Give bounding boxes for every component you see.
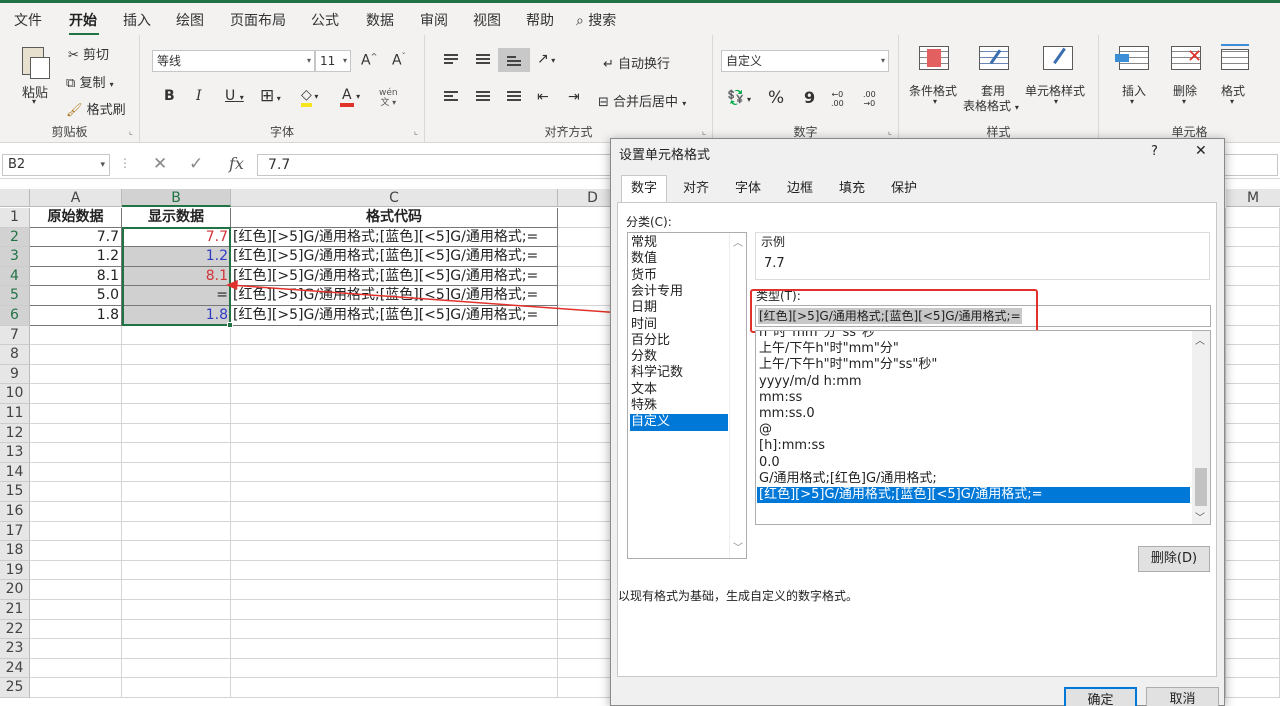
category-item[interactable]: 分数 — [630, 349, 728, 365]
delete-format-button[interactable]: 删除(D) — [1138, 546, 1210, 572]
chevron-down-icon[interactable]: ﹀ — [733, 539, 743, 554]
help-button[interactable]: ? — [1151, 144, 1158, 159]
category-label: 分类(C): — [626, 215, 672, 229]
category-item[interactable]: 日期 — [630, 300, 728, 316]
type-item[interactable]: @ — [757, 422, 1190, 438]
category-item[interactable]: 会计专用 — [630, 284, 728, 300]
scrollbar-thumb[interactable] — [1195, 468, 1207, 506]
category-item[interactable]: 科学记数 — [630, 365, 728, 381]
sample-box: 示例 7.7 — [755, 232, 1210, 280]
tab-fill[interactable]: 填充 — [829, 175, 875, 202]
format-description: 以现有格式为基础，生成自定义的数字格式。 — [618, 589, 859, 603]
cancel-button[interactable]: 取消 — [1146, 687, 1219, 706]
chevron-up-icon[interactable]: ︿ — [1195, 332, 1205, 347]
category-item[interactable]: 时间 — [630, 317, 728, 333]
category-items: 常规 数值 货币 会计专用 日期 时间 百分比 分数 科学记数 文本 特殊 自定义 — [628, 235, 728, 435]
dialog-title: 设置单元格格式 — [619, 148, 711, 163]
tab-alignment[interactable]: 对齐 — [673, 175, 719, 202]
category-item[interactable]: 文本 — [630, 382, 728, 398]
category-list[interactable]: 常规 数值 货币 会计专用 日期 时间 百分比 分数 科学记数 文本 特殊 自定义 ︿ ﹀ — [627, 232, 747, 559]
type-item[interactable]: 上午/下午h"时"mm"分" — [757, 341, 1190, 357]
sample-value: 7.7 — [764, 256, 785, 271]
type-item[interactable]: [红色][>5]G/通用格式;[蓝色][<5]G/通用格式;= — [757, 487, 1190, 504]
category-item[interactable]: 特殊 — [630, 398, 728, 414]
sample-label: 示例 — [761, 235, 786, 249]
type-list[interactable]: h"时"mm"分"ss"秒" 上午/下午h"时"mm"分" 上午/下午h"时"mm"… — [755, 330, 1211, 525]
category-item[interactable]: 百分比 — [630, 333, 728, 349]
annotation-arrowhead — [226, 280, 238, 290]
category-item[interactable]: 自定义 — [630, 414, 728, 431]
type-item[interactable]: mm:ss.0 — [757, 406, 1190, 422]
type-item[interactable]: 上午/下午h"时"mm"分"ss"秒" — [757, 357, 1190, 373]
category-scrollbar[interactable]: ︿ ﹀ — [729, 233, 746, 558]
type-item[interactable]: [h]:mm:ss — [757, 438, 1190, 454]
tab-font[interactable]: 字体 — [725, 175, 771, 202]
category-item[interactable]: 数值 — [630, 251, 728, 267]
chevron-down-icon[interactable]: ﹀ — [1195, 509, 1205, 524]
type-item[interactable]: h"时"mm"分"ss"秒" — [757, 331, 1190, 341]
number-tab-panel: 分类(C): 常规 数值 货币 会计专用 日期 时间 百分比 分数 科学记数 文本 特殊 自定义 ︿ … — [617, 202, 1217, 677]
type-item[interactable]: mm:ss — [757, 390, 1190, 406]
type-item[interactable]: 0.0 — [757, 455, 1190, 471]
tab-number[interactable]: 数字 — [621, 175, 667, 203]
format-cells-dialog: 设置单元格格式 ? ✕ 数字 对齐 字体 边框 填充 保护 分类(C): 常规数… — [610, 138, 1225, 706]
category-item[interactable]: 常规 — [630, 235, 728, 251]
category-item[interactable]: 货币 — [630, 268, 728, 284]
annotation-highlight-box — [750, 289, 1038, 333]
excel-window: 文件 开始 插入 绘图 页面布局 公式 数据 审阅 视图 帮助 ⌕ 搜索 粘贴 … — [0, 0, 1280, 706]
tab-protection[interactable]: 保护 — [881, 175, 927, 202]
type-items: h"时"mm"分"ss"秒" 上午/下午h"时"mm"分" 上午/下午h"时"mm"… — [756, 331, 1192, 524]
ok-button[interactable]: 确定 — [1064, 687, 1137, 706]
type-item[interactable]: yyyy/m/d h:mm — [757, 374, 1190, 390]
tab-border[interactable]: 边框 — [777, 175, 823, 202]
type-scrollbar[interactable]: ︿ ﹀ — [1192, 331, 1210, 524]
chevron-up-icon[interactable]: ︿ — [733, 234, 743, 249]
type-item[interactable]: G/通用格式;[红色]G/通用格式; — [757, 471, 1190, 487]
close-icon[interactable]: ✕ — [1195, 143, 1207, 159]
